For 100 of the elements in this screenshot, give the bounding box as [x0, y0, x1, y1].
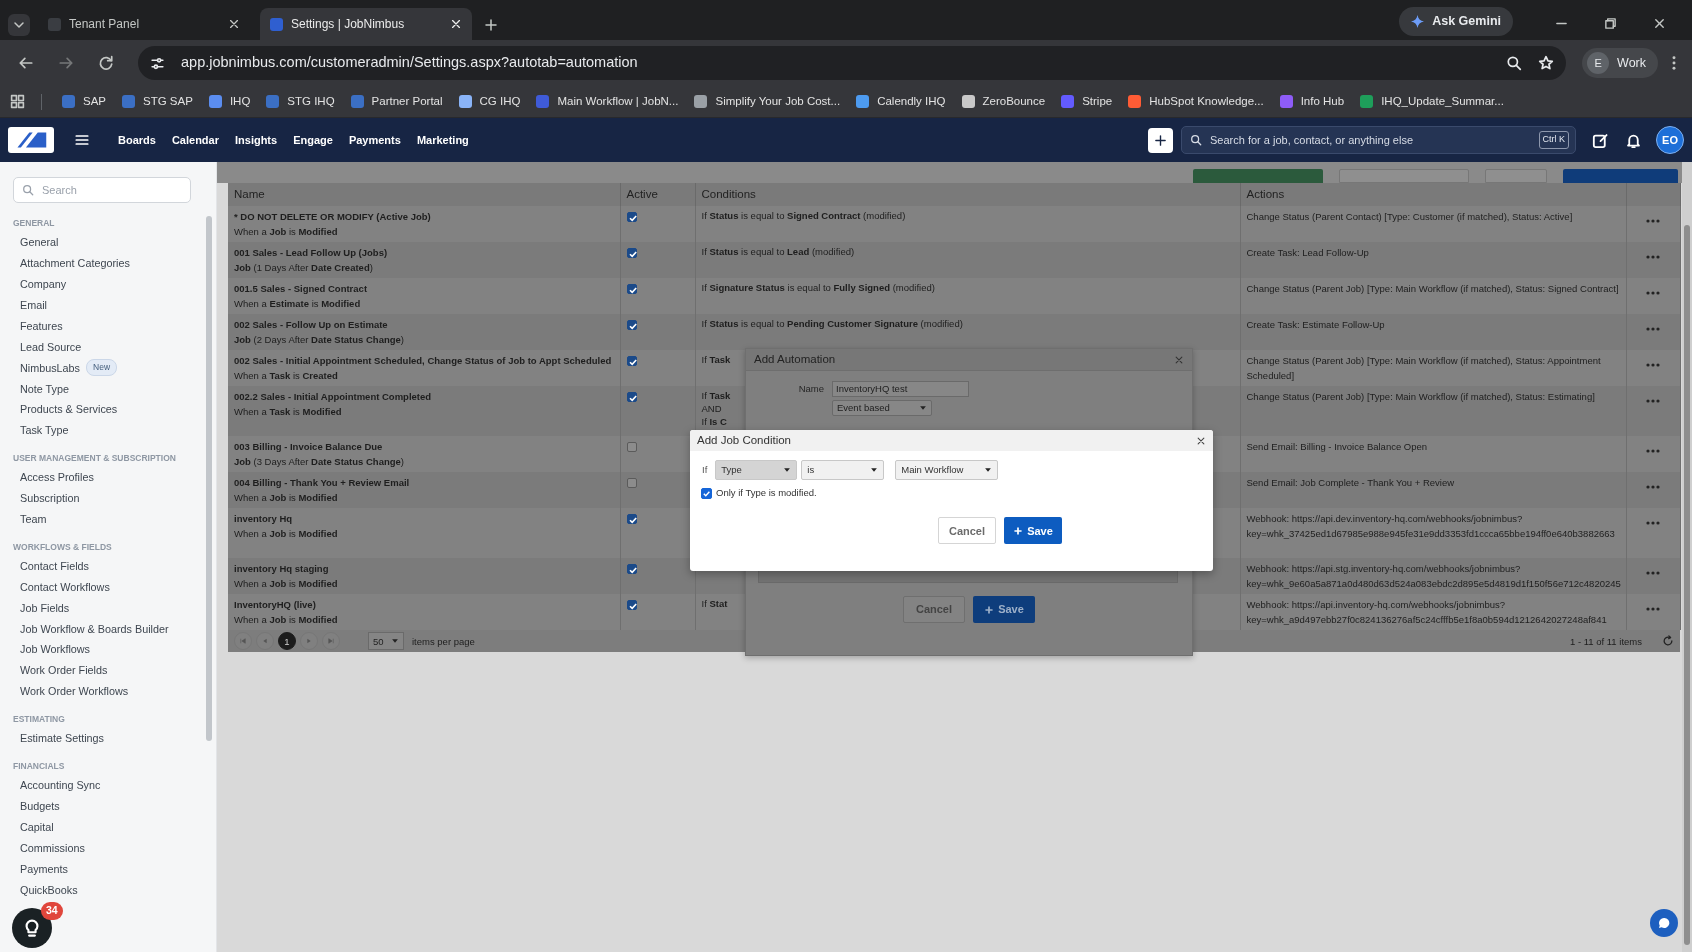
sidebar-item[interactable]: Team: [20, 511, 47, 528]
tab-search-button[interactable]: [8, 14, 30, 36]
sidebar-item[interactable]: Work Order Fields: [20, 662, 108, 679]
name-field[interactable]: InventoryHQ test: [832, 381, 969, 397]
save-button[interactable]: Save: [1004, 517, 1062, 545]
more-button[interactable]: [1646, 607, 1660, 612]
add-button[interactable]: [1148, 127, 1173, 153]
more-button[interactable]: [1646, 399, 1660, 404]
logo[interactable]: [8, 127, 54, 153]
sidebar-item[interactable]: Job Fields: [20, 599, 70, 616]
bookmark[interactable]: Calendly IHQ: [850, 89, 952, 114]
checkbox[interactable]: [626, 320, 637, 331]
search-field[interactable]: Search for a job, contact, or anything else Ctrl K: [1181, 126, 1576, 154]
page-button[interactable]: 1: [278, 632, 296, 651]
automation-name[interactable]: inventory Hq: [234, 511, 614, 527]
checkbox[interactable]: [626, 392, 637, 403]
zoom-icon[interactable]: [1506, 55, 1523, 71]
checkbox[interactable]: [626, 564, 637, 575]
sidebar-item[interactable]: Attachment Categories: [20, 255, 130, 272]
profile-button[interactable]: E Work: [1582, 48, 1658, 78]
sidebar-item[interactable]: Work Order Workflows: [20, 683, 129, 700]
restore-icon[interactable]: [1604, 17, 1617, 30]
ask-gemini-button[interactable]: Ask Gemini: [1399, 7, 1513, 36]
forward-icon[interactable]: [58, 55, 74, 71]
bookmark[interactable]: STG IHQ: [260, 89, 341, 114]
nav-link[interactable]: Boards: [110, 127, 164, 153]
sidebar-item[interactable]: NimbusLabs: [20, 359, 80, 376]
automation-name[interactable]: 004 Billing - Thank You + Review Email: [234, 475, 614, 491]
bookmark[interactable]: CG IHQ: [452, 89, 527, 114]
sidebar-item[interactable]: Contact Workflows: [20, 578, 110, 595]
checkbox[interactable]: [626, 284, 637, 295]
toolbar-field[interactable]: [1339, 169, 1469, 183]
sidebar-item[interactable]: Subscription: [20, 490, 80, 507]
bookmark[interactable]: Info Hub: [1273, 89, 1351, 114]
sidebar-item[interactable]: Payments: [20, 860, 68, 877]
address-bar[interactable]: app.jobnimbus.com/customeradmin/Settings.aspx?autotab=automation: [138, 46, 1567, 80]
sidebar-item[interactable]: Commissions: [20, 839, 85, 856]
more-button[interactable]: [1646, 219, 1660, 224]
compose-icon[interactable]: [1592, 131, 1609, 149]
automation-name[interactable]: 002 Sales - Initial Appointment Scheduled, Change Status of Job to Appt Scheduled: [234, 353, 614, 369]
bookmark[interactable]: Simplify Your Job Cost...: [688, 89, 847, 114]
automation-name[interactable]: inventory Hq staging: [234, 561, 614, 577]
bookmark[interactable]: IHQ: [202, 89, 257, 114]
sidebar-item[interactable]: Products & Services: [20, 401, 118, 418]
checkbox[interactable]: [626, 212, 637, 223]
sidebar-item[interactable]: Note Type: [20, 380, 70, 397]
nav-link[interactable]: Calendar: [163, 127, 227, 153]
refresh-icon[interactable]: [1662, 635, 1674, 648]
sidebar-item[interactable]: QuickBooks: [20, 881, 78, 898]
nav-link[interactable]: Insights: [227, 127, 286, 153]
automation-name[interactable]: 001.5 Sales - Signed Contract: [234, 281, 614, 297]
cancel-button[interactable]: Cancel: [938, 517, 996, 545]
page-size-select[interactable]: 50: [368, 632, 404, 651]
nav-link[interactable]: Payments: [340, 127, 409, 153]
sidebar-item[interactable]: Company: [20, 276, 67, 293]
menu-icon[interactable]: [74, 132, 90, 148]
more-button[interactable]: [1646, 571, 1660, 576]
sidebar-item[interactable]: Contact Fields: [20, 557, 89, 575]
more-button[interactable]: [1646, 255, 1660, 260]
sidebar-item[interactable]: Estimate Settings: [20, 730, 104, 747]
more-button[interactable]: [1646, 485, 1660, 490]
user-avatar[interactable]: EO: [1656, 126, 1684, 154]
trigger-select[interactable]: Event based: [832, 400, 932, 416]
checkbox[interactable]: [626, 600, 637, 611]
toolbar-field[interactable]: [1485, 169, 1547, 183]
checkbox[interactable]: [626, 356, 637, 367]
nav-link[interactable]: Marketing: [408, 127, 477, 153]
sidebar-item[interactable]: Job Workflow & Boards Builder: [20, 620, 169, 637]
sidebar-item[interactable]: Job Workflows: [20, 641, 90, 658]
more-button[interactable]: [1646, 449, 1660, 454]
bookmark[interactable]: STG SAP: [116, 89, 199, 114]
field-select[interactable]: Type: [715, 460, 798, 480]
sidebar-item[interactable]: Capital: [20, 818, 54, 835]
sidebar-item[interactable]: Email: [20, 297, 47, 314]
bookmark[interactable]: HubSpot Knowledge...: [1122, 89, 1270, 114]
sidebar-item[interactable]: Accounting Sync: [20, 777, 101, 794]
bookmark[interactable]: ZeroBounce: [955, 89, 1052, 114]
scrollbar-thumb[interactable]: [206, 216, 212, 741]
site-settings-icon[interactable]: [150, 55, 165, 71]
sidebar-item[interactable]: Lead Source: [20, 338, 82, 355]
column-header[interactable]: Active: [620, 183, 695, 207]
sidebar-item[interactable]: General: [20, 234, 59, 251]
sidebar-item[interactable]: Task Type: [20, 422, 69, 439]
back-icon[interactable]: [18, 55, 34, 71]
sidebar-item[interactable]: Features: [20, 317, 63, 335]
bookmark[interactable]: Stripe: [1055, 89, 1119, 114]
bookmark[interactable]: SAP: [56, 89, 112, 114]
checkbox[interactable]: [626, 478, 637, 489]
more-button[interactable]: [1646, 327, 1660, 332]
close-icon[interactable]: [228, 18, 240, 30]
column-header[interactable]: Conditions: [695, 183, 1240, 207]
reload-icon[interactable]: [98, 55, 114, 71]
operator-select[interactable]: is: [801, 460, 885, 480]
close-icon[interactable]: [1653, 17, 1666, 30]
star-icon[interactable]: [1538, 55, 1555, 71]
column-header[interactable]: Name: [228, 183, 620, 207]
automation-name[interactable]: 002.2 Sales - Initial Appointment Completed: [234, 389, 614, 405]
browser-tab[interactable]: Settings | JobNimbus: [260, 8, 472, 40]
checkbox[interactable]: [626, 248, 637, 259]
automation-name[interactable]: 002 Sales - Follow Up on Estimate: [234, 317, 614, 333]
